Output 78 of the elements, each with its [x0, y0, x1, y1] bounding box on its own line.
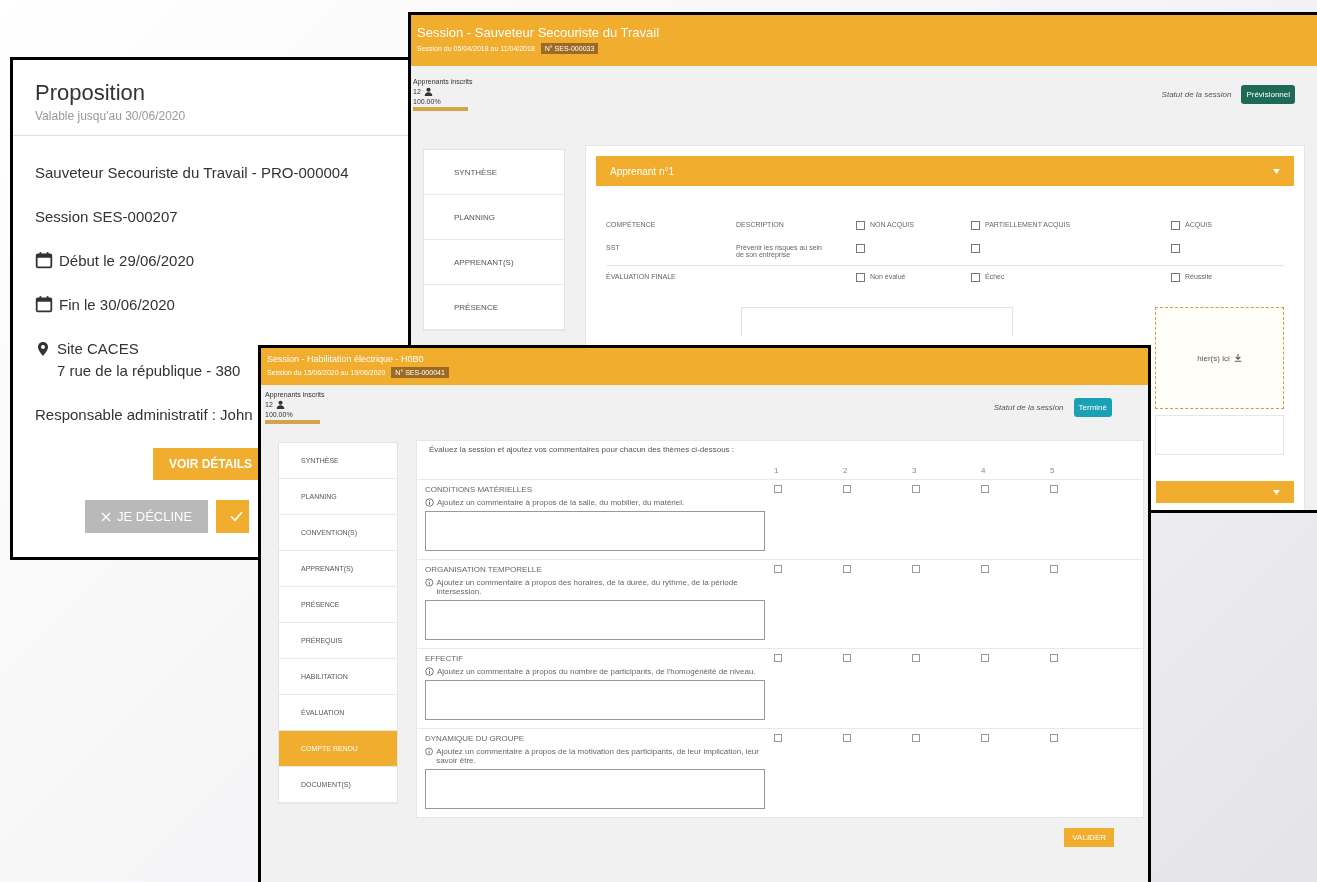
checkbox[interactable]: [1171, 244, 1180, 253]
score-header: 3: [912, 466, 917, 475]
comment-field[interactable]: [425, 680, 765, 720]
instructions-text: Évaluez la session et ajoutez vos commentaires pour chacun des thèmes ci-dessous :: [428, 444, 736, 456]
theme-title: DYNAMIQUE DU GROUPE: [425, 734, 526, 743]
checkbox[interactable]: [981, 565, 989, 573]
checkbox[interactable]: [774, 485, 782, 493]
validity-text: Valable jusqu'au 30/06/2020: [35, 109, 186, 123]
theme-title: ORGANISATION TEMPORELLE: [425, 565, 543, 574]
proposal-title: Proposition: [35, 80, 146, 106]
theme-title: CONDITIONS MATÉRIELLES: [425, 485, 533, 494]
status-label: Statut de la session: [993, 403, 1064, 412]
date-text: Début le 29/06/2020: [59, 251, 195, 269]
close-icon: [101, 511, 111, 522]
checkbox[interactable]: [856, 244, 865, 253]
caret-icon[interactable]: [1273, 168, 1280, 174]
detail-text: Session SES-000207: [35, 207, 178, 225]
date-text: Fin le 30/06/2020: [59, 295, 175, 313]
theme-hint: Ajoutez un commentaire à propos de la motivation des participants, de leur implication, leur savoir être.: [436, 747, 760, 765]
theme-hint: Ajoutez un commentaire à propos de la salle, du mobilier, du matériel.: [437, 498, 685, 507]
checkbox[interactable]: [843, 565, 851, 573]
checkbox[interactable]: [912, 654, 920, 662]
checkbox[interactable]: [843, 485, 851, 493]
detail-text: Responsable administratif : John: [35, 405, 253, 423]
checkbox[interactable]: [774, 565, 782, 573]
info-icon: [425, 667, 434, 676]
user-icon: [275, 400, 285, 409]
checkbox[interactable]: [843, 734, 851, 742]
checkbox[interactable]: [1050, 565, 1058, 573]
comment-field[interactable]: [425, 769, 765, 809]
calendar-icon: [35, 251, 53, 269]
score-header: 2: [843, 466, 848, 475]
comment-field[interactable]: [425, 600, 765, 640]
accept-button[interactable]: [216, 500, 250, 533]
checkbox[interactable]: [1171, 273, 1180, 282]
status-label: Statut de la session: [1161, 90, 1232, 99]
checkbox[interactable]: [912, 485, 920, 493]
detail-text: Sauveteur Secouriste du Travail - PRO-000004: [35, 163, 349, 181]
checkbox[interactable]: [971, 244, 980, 253]
status-badge: Terminé: [1073, 398, 1112, 417]
session-title: Session - Sauveteur Secouriste du Travail: [417, 25, 661, 40]
checkbox[interactable]: [1050, 734, 1058, 742]
calendar-icon: [35, 295, 53, 313]
checkbox[interactable]: [971, 221, 980, 230]
checkbox[interactable]: [981, 734, 989, 742]
session-title: Session - Habilitation électrique - H0B0: [267, 354, 425, 364]
checkbox[interactable]: [843, 654, 851, 662]
checkbox[interactable]: [774, 654, 782, 662]
comment-field[interactable]: [425, 511, 765, 551]
checkbox[interactable]: [971, 273, 980, 282]
status-badge: Prévisionnel: [1241, 85, 1295, 104]
info-icon: [425, 498, 434, 507]
caret-icon[interactable]: [1273, 489, 1280, 495]
checkbox[interactable]: [856, 221, 865, 230]
theme-title: EFFECTIF: [425, 654, 465, 663]
user-icon: [423, 87, 433, 96]
file-dropzone[interactable]: hier(s) ici: [1155, 307, 1284, 409]
checkbox[interactable]: [981, 654, 989, 662]
download-icon: [1233, 354, 1242, 362]
theme-hint: Ajoutez un commentaire à propos du nombre de participants, de l'homogénéité de niveau.: [437, 667, 756, 676]
score-header: 4: [981, 466, 986, 475]
site-name: Site CACES: [57, 340, 139, 357]
address-text: 7 rue de la république - 380: [57, 361, 241, 379]
checkbox[interactable]: [1050, 485, 1058, 493]
checkbox[interactable]: [856, 273, 865, 282]
checkbox[interactable]: [774, 734, 782, 742]
checkbox[interactable]: [912, 565, 920, 573]
check-icon: [230, 511, 244, 522]
score-header: 1: [774, 466, 779, 475]
info-icon: [425, 747, 434, 756]
checkbox[interactable]: [912, 734, 920, 742]
score-header: 5: [1050, 466, 1055, 475]
theme-hint: Ajoutez un commentaire à propos des horaires, de la durée, du rythme, de la période intersession.: [436, 578, 739, 596]
info-icon: [425, 578, 434, 587]
checkbox[interactable]: [981, 485, 989, 493]
map-pin-icon: [35, 339, 51, 358]
checkbox[interactable]: [1171, 221, 1180, 230]
checkbox[interactable]: [1050, 654, 1058, 662]
